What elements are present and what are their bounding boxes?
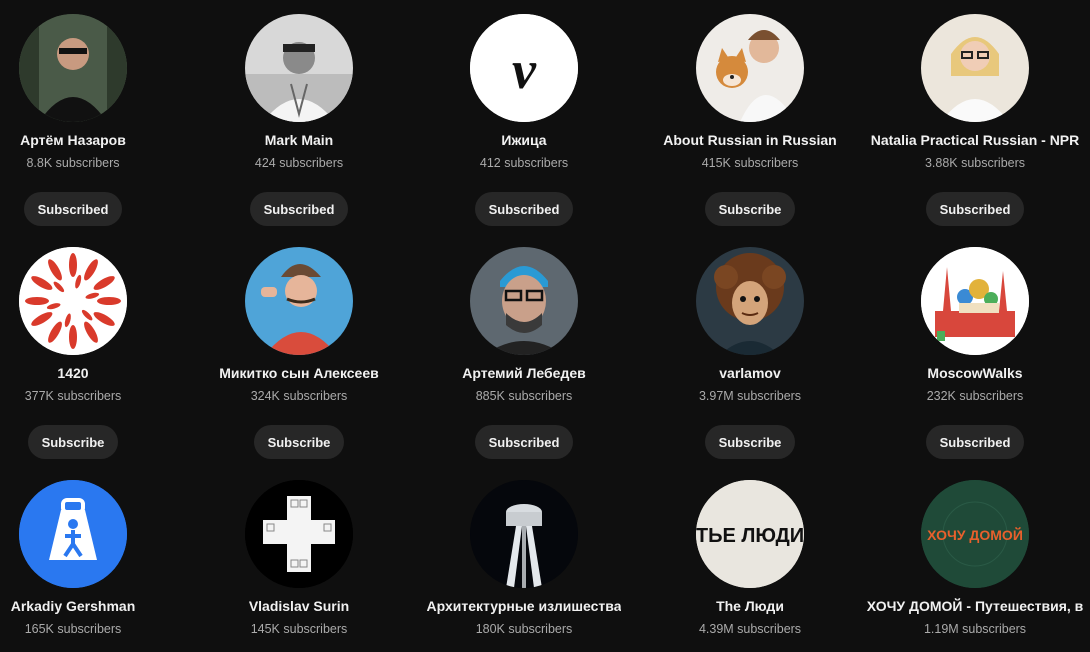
- subscriptions-grid: Артём Назаров 8.8K subscribers Subscribe…: [0, 0, 1090, 652]
- subscriber-count: 232K subscribers: [926, 389, 1024, 403]
- channel-card: ТЬЕ ЛЮДИ The Люди 4.39M subscribers: [637, 480, 863, 638]
- channel-avatar[interactable]: [19, 247, 127, 355]
- channel-card: Vladislav Surin 145K subscribers: [186, 480, 412, 638]
- channel-name[interactable]: varlamov: [719, 363, 780, 383]
- portrait-photo-icon: [470, 247, 578, 355]
- channel-card: Артём Назаров 8.8K subscribers Subscribe…: [0, 14, 186, 226]
- portrait-photo-icon: [921, 14, 1029, 122]
- channel-avatar[interactable]: ХОЧУ ДОМОЙ: [921, 480, 1029, 588]
- channel-avatar[interactable]: v: [470, 14, 578, 122]
- svg-text:ХОЧУ ДОМОЙ: ХОЧУ ДОМОЙ: [927, 526, 1023, 543]
- subscriber-count: 165K subscribers: [24, 622, 122, 636]
- channel-avatar[interactable]: [470, 480, 578, 588]
- subscriber-count: 3.97M subscribers: [698, 389, 802, 403]
- subscribe-button[interactable]: Subscribe: [253, 425, 345, 459]
- subscriber-count: 3.88K subscribers: [924, 156, 1026, 170]
- channel-name[interactable]: Vladislav Surin: [249, 596, 349, 616]
- portrait-with-dog-icon: [696, 14, 804, 122]
- channel-avatar[interactable]: [19, 14, 127, 122]
- channel-card: ХОЧУ ДОМОЙ ХОЧУ ДОМОЙ - Путешествия, в 1…: [862, 480, 1088, 638]
- channel-avatar[interactable]: [19, 480, 127, 588]
- blue-bag-person-logo: [19, 480, 127, 588]
- subscribed-button[interactable]: Subscribed: [249, 192, 349, 226]
- channel-avatar[interactable]: [245, 14, 353, 122]
- channel-name[interactable]: Микитко сын Алексеев: [219, 363, 378, 383]
- cross-windows-logo: [245, 480, 353, 588]
- channel-name[interactable]: Артём Назаров: [20, 130, 126, 150]
- subscriber-count: 377K subscribers: [24, 389, 122, 403]
- channel-card: About Russian in Russian 415K subscriber…: [637, 14, 863, 226]
- water-tower-icon: [470, 480, 578, 588]
- subscriber-count: 180K subscribers: [475, 622, 573, 636]
- channel-card: Артемий Лебедев 885K subscribers Subscri…: [411, 247, 637, 459]
- subscribe-button[interactable]: Subscribe: [704, 425, 796, 459]
- channel-card: MoscowWalks 232K subscribers Subscribed: [862, 247, 1088, 459]
- channel-card: Natalia Practical Russian - NPR 3.88K su…: [862, 14, 1088, 226]
- subscribed-button[interactable]: Subscribed: [474, 425, 574, 459]
- subscriber-count: 415K subscribers: [701, 156, 799, 170]
- red-petal-circle-logo: [19, 247, 127, 355]
- channel-card: varlamov 3.97M subscribers Subscribe: [637, 247, 863, 459]
- subscriber-count: 1.19M subscribers: [923, 622, 1027, 636]
- channel-name[interactable]: Arkadiy Gershman: [11, 596, 136, 616]
- channel-avatar[interactable]: [470, 247, 578, 355]
- svg-text:ТЬЕ ЛЮДИ: ТЬЕ ЛЮДИ: [696, 525, 804, 547]
- the-lyudi-logo: ТЬЕ ЛЮДИ: [696, 480, 804, 588]
- channel-card: 1420 377K subscribers Subscribe: [0, 247, 186, 459]
- portrait-photo-icon: [245, 14, 353, 122]
- channel-card: v Ижица 412 subscribers Subscribed: [411, 14, 637, 226]
- svg-text:v: v: [512, 40, 537, 100]
- channel-name[interactable]: Артемий Лебедев: [462, 363, 586, 383]
- kremlin-illustration-icon: [921, 247, 1029, 355]
- channel-card: Микитко сын Алексеев 324K subscribers Su…: [186, 247, 412, 459]
- channel-name[interactable]: Mark Main: [265, 130, 333, 150]
- portrait-photo-icon: [245, 247, 353, 355]
- channel-avatar[interactable]: [921, 247, 1029, 355]
- channel-avatar[interactable]: ТЬЕ ЛЮДИ: [696, 480, 804, 588]
- subscribed-button[interactable]: Subscribed: [925, 425, 1025, 459]
- channel-name[interactable]: MoscowWalks: [927, 363, 1022, 383]
- channel-card: Arkadiy Gershman 165K subscribers: [0, 480, 186, 638]
- channel-name[interactable]: Ижица: [501, 130, 546, 150]
- channel-name[interactable]: Natalia Practical Russian - NPR: [871, 130, 1080, 150]
- izhitsa-letter-logo: v: [470, 14, 578, 122]
- subscriber-count: 8.8K subscribers: [26, 156, 120, 170]
- channel-avatar[interactable]: [245, 247, 353, 355]
- subscribed-button[interactable]: Subscribed: [925, 192, 1025, 226]
- subscriber-count: 885K subscribers: [475, 389, 573, 403]
- subscribe-button[interactable]: Subscribe: [704, 192, 796, 226]
- subscriber-count: 145K subscribers: [250, 622, 348, 636]
- subscriber-count: 412 subscribers: [479, 156, 569, 170]
- channel-avatar[interactable]: [696, 14, 804, 122]
- channel-card: Mark Main 424 subscribers Subscribed: [186, 14, 412, 226]
- subscribe-button[interactable]: Subscribe: [27, 425, 119, 459]
- channel-name[interactable]: ХОЧУ ДОМОЙ - Путешествия, в: [867, 596, 1084, 616]
- khochu-domoy-logo: ХОЧУ ДОМОЙ: [921, 480, 1029, 588]
- portrait-photo-icon: [19, 14, 127, 122]
- subscribed-button[interactable]: Subscribed: [474, 192, 574, 226]
- subscriber-count: 4.39M subscribers: [698, 622, 802, 636]
- channel-name[interactable]: The Люди: [716, 596, 784, 616]
- cartoon-portrait-icon: [696, 247, 804, 355]
- channel-card: Архитектурные излишества 180K subscriber…: [411, 480, 637, 638]
- subscriber-count: 324K subscribers: [250, 389, 348, 403]
- channel-avatar[interactable]: [245, 480, 353, 588]
- channel-avatar[interactable]: [696, 247, 804, 355]
- channel-name[interactable]: 1420: [57, 363, 88, 383]
- subscriber-count: 424 subscribers: [254, 156, 344, 170]
- channel-avatar[interactable]: [921, 14, 1029, 122]
- channel-name[interactable]: Архитектурные излишества: [427, 596, 622, 616]
- subscribed-button[interactable]: Subscribed: [23, 192, 123, 226]
- channel-name[interactable]: About Russian in Russian: [663, 130, 836, 150]
